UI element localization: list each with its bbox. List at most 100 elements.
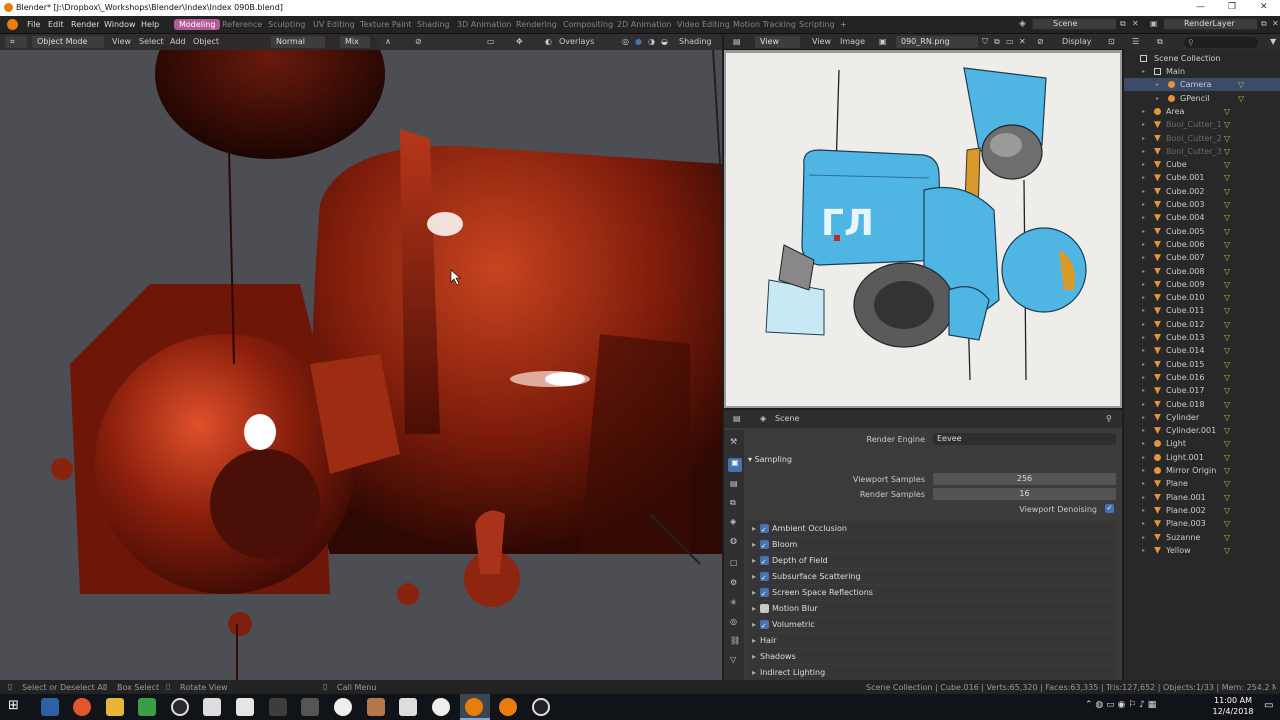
outliner-item[interactable]: ▸ Plane ▽: [1124, 477, 1280, 490]
viewport-menu-select[interactable]: Select: [139, 37, 164, 46]
scene-selector[interactable]: Scene: [1032, 18, 1117, 30]
outliner-editor-type-icon[interactable]: ☰: [1132, 37, 1139, 46]
orientation-selector[interactable]: Normal: [271, 36, 325, 48]
panel-hair[interactable]: ▸ Hair: [748, 633, 1116, 648]
viewport-menu-add[interactable]: Add: [170, 37, 186, 46]
blender-icon[interactable]: [465, 698, 483, 716]
editor-type-icon[interactable]: ⌗: [5, 36, 27, 48]
expand-icon[interactable]: ▸: [1156, 92, 1159, 105]
add-workspace-icon[interactable]: +: [840, 20, 847, 29]
panel-enable-checkbox[interactable]: [760, 539, 769, 554]
panel-motion-blur[interactable]: ▸ Motion Blur: [748, 601, 1116, 616]
taskbar-app-icon[interactable]: [41, 698, 59, 716]
expand-icon[interactable]: ▸: [1142, 411, 1145, 424]
expand-icon[interactable]: ▸: [1142, 251, 1145, 264]
cloud-icon[interactable]: [334, 698, 352, 716]
panel-depth-of-field[interactable]: ▸ Depth of Field: [748, 553, 1116, 570]
expand-icon[interactable]: ▸: [1142, 517, 1145, 530]
outliner-item[interactable]: ▸ Cube ▽: [1124, 158, 1280, 171]
menu-window[interactable]: Window: [104, 20, 136, 29]
outliner-item[interactable]: ▸ Cube.014 ▽: [1124, 344, 1280, 357]
visibility-icon[interactable]: ▭: [487, 37, 495, 46]
outliner-item[interactable]: ▸ Cube.001 ▽: [1124, 171, 1280, 184]
outliner-filter-icon[interactable]: ▼: [1270, 37, 1276, 46]
expand-icon[interactable]: ▸: [1142, 544, 1145, 557]
panel-enable-checkbox[interactable]: [760, 523, 769, 538]
render-layer-selector[interactable]: RenderLayer: [1163, 18, 1258, 30]
outliner-item[interactable]: ▸ Cube.013 ▽: [1124, 331, 1280, 344]
outliner-item[interactable]: ▸ Suzanne ▽: [1124, 531, 1280, 544]
remove-layer-icon[interactable]: ✕: [1272, 19, 1279, 28]
render-engine-dropdown[interactable]: Eevee: [933, 433, 1116, 445]
tab-3d-animation[interactable]: 3D Animation: [457, 20, 512, 29]
outliner-item[interactable]: ▸ Plane.002 ▽: [1124, 504, 1280, 517]
physics-tab-icon[interactable]: ◎: [730, 617, 737, 626]
expand-icon[interactable]: ▸: [1142, 398, 1145, 411]
pin-icon[interactable]: ⚲: [1106, 414, 1112, 423]
outliner-item[interactable]: ▸ Area ▽: [1124, 105, 1280, 118]
expand-icon[interactable]: ▸: [1142, 371, 1145, 384]
outliner-item[interactable]: ▸ Cube.009 ▽: [1124, 278, 1280, 291]
panel-enable-checkbox[interactable]: [760, 555, 769, 570]
object-tab-icon[interactable]: ▢: [730, 558, 738, 567]
tab-compositing[interactable]: Compositing: [563, 20, 613, 29]
expand-icon[interactable]: ▸: [1142, 437, 1145, 450]
expand-icon[interactable]: ▸: [1142, 331, 1145, 344]
outliner-item[interactable]: ▸ Light ▽: [1124, 437, 1280, 450]
gizmo-icon[interactable]: ✥: [516, 37, 523, 46]
image-pin-icon[interactable]: ⊘: [1037, 37, 1044, 46]
blender-menu-icon[interactable]: [7, 19, 18, 30]
outliner-item[interactable]: ▸ Bool_Cutter_3 ▽: [1124, 145, 1280, 158]
panel-ambient-occlusion[interactable]: ▸ Ambient Occlusion: [748, 521, 1116, 538]
menu-render[interactable]: Render: [71, 20, 99, 29]
outliner-item[interactable]: ▸ Plane.001 ▽: [1124, 491, 1280, 504]
expand-icon[interactable]: ▸: [1142, 477, 1145, 490]
expand-icon[interactable]: ▸: [1142, 304, 1145, 317]
obs-icon[interactable]: [532, 698, 550, 716]
outliner-search-field[interactable]: ⚲: [1184, 37, 1258, 48]
viewport-samples-field[interactable]: 256: [933, 473, 1116, 485]
image-display-menu[interactable]: Display: [1062, 37, 1092, 46]
expand-icon[interactable]: ▸: [1142, 225, 1145, 238]
outliner-item[interactable]: ▸ Cube.010 ▽: [1124, 291, 1280, 304]
expand-icon[interactable]: ▸: [1142, 265, 1145, 278]
pivot-selector[interactable]: Mix: [340, 36, 370, 48]
viewport-denoising-checkbox[interactable]: ✓: [1105, 504, 1114, 513]
expand-icon[interactable]: ▸: [1142, 118, 1145, 131]
outliner-item[interactable]: ▸ Cube.017 ▽: [1124, 384, 1280, 397]
menu-file[interactable]: File: [27, 20, 40, 29]
constraints-tab-icon[interactable]: ⛓: [730, 636, 740, 645]
new-layer-icon[interactable]: ⧉: [1261, 19, 1267, 29]
outliner-scene-collection[interactable]: Scene Collection: [1124, 52, 1280, 65]
panel-enable-checkbox[interactable]: [760, 571, 769, 586]
expand-icon[interactable]: ▸: [1142, 171, 1145, 184]
shading-menu[interactable]: Shading: [679, 37, 712, 46]
app-icon[interactable]: [301, 698, 319, 716]
shading-wireframe-icon[interactable]: ◎: [622, 37, 629, 46]
outliner-item[interactable]: ▸ Bool_Cutter_2 ▽: [1124, 132, 1280, 145]
expand-icon[interactable]: ▸: [1156, 78, 1159, 91]
blender-icon[interactable]: [499, 698, 517, 716]
viewport-menu-view[interactable]: View: [112, 37, 131, 46]
image-fake-user-icon[interactable]: ⛉: [982, 37, 988, 47]
image-scopes-icon[interactable]: ⊡: [1108, 37, 1115, 46]
expand-icon[interactable]: ▸: [1142, 451, 1145, 464]
3d-viewport[interactable]: [0, 34, 722, 680]
outliner-item[interactable]: ▸ Cube.011 ▽: [1124, 304, 1280, 317]
data-tab-icon[interactable]: ▽: [730, 655, 736, 664]
expand-icon[interactable]: ▸: [1142, 158, 1145, 171]
lightbulb-icon[interactable]: [432, 698, 450, 716]
tab-texture-paint[interactable]: Texture Paint: [360, 20, 412, 29]
menu-help[interactable]: Help: [141, 20, 159, 29]
panel-screen-space-reflections[interactable]: ▸ Screen Space Reflections: [748, 585, 1116, 602]
app-icon[interactable]: [269, 698, 287, 716]
outliner-item[interactable]: ▸ Cube.015 ▽: [1124, 358, 1280, 371]
file-explorer-icon[interactable]: [106, 698, 124, 716]
system-tray-icons[interactable]: ⌃ ◍ ▭ ◉ ⚐ ♪ ▦: [1085, 700, 1156, 710]
world-tab-icon[interactable]: ◍: [730, 536, 737, 545]
app-icon[interactable]: [399, 698, 417, 716]
outliner-item[interactable]: ▸ Main: [1124, 65, 1280, 78]
expand-icon[interactable]: ▸: [1142, 185, 1145, 198]
particles-tab-icon[interactable]: ✳: [730, 598, 737, 607]
outliner-item[interactable]: ▸ Cube.016 ▽: [1124, 371, 1280, 384]
